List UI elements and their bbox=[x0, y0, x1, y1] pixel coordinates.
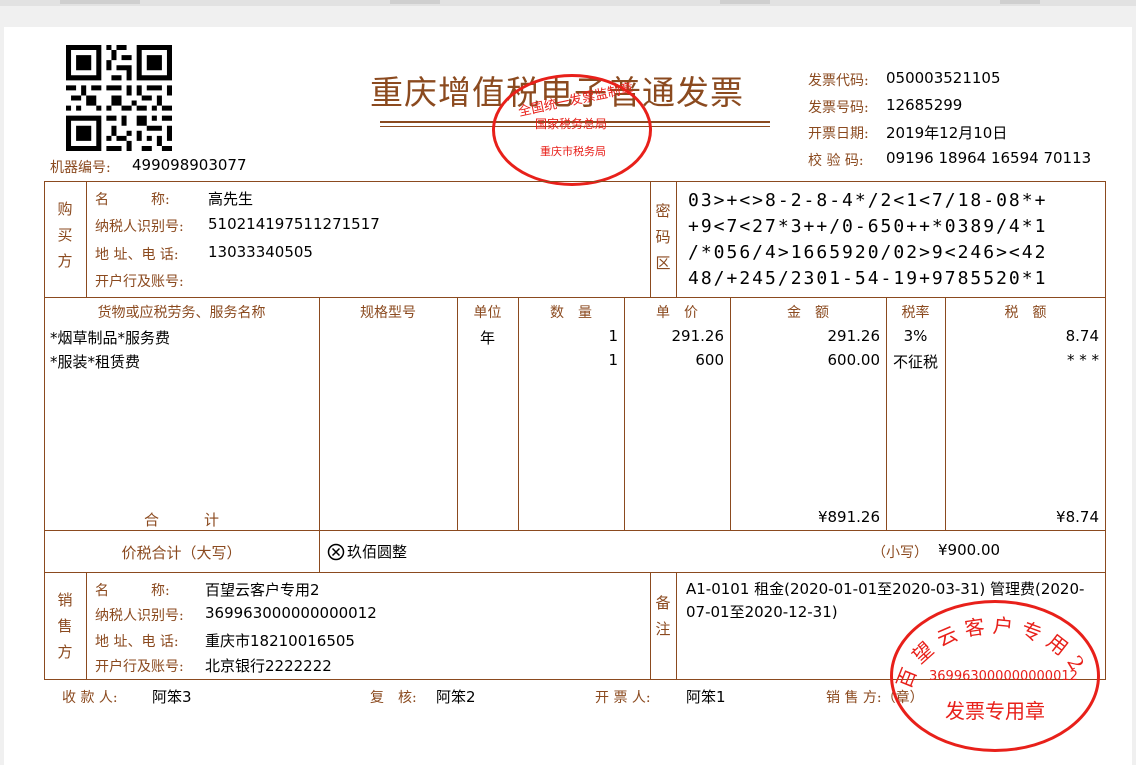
seller-name: 百望云客户专用2 bbox=[205, 581, 320, 599]
col-header-amount: 金 额 bbox=[787, 305, 829, 321]
reviewer-label: 复 核: bbox=[370, 690, 417, 706]
buyer-address: 13033340505 bbox=[208, 243, 313, 261]
cipher-line-2: +9<7<27*3++/0-650++*0389/4*1 bbox=[688, 216, 1048, 237]
grand-total-lowercase: ¥900.00 bbox=[938, 541, 1001, 559]
table-row-2-rate: 不征税 bbox=[892, 353, 938, 371]
grand-total-lowercase-label: （小写） bbox=[872, 545, 928, 561]
table-row-1-tax: 8.74 bbox=[1065, 327, 1099, 345]
table-row-2-name: *服装*租赁费 bbox=[50, 353, 141, 371]
buyer-address-label: 地 址、电 话: bbox=[95, 247, 179, 263]
col-header-name: 货物或应税劳务、服务名称 bbox=[97, 305, 266, 321]
machine-no: 499098903077 bbox=[132, 156, 247, 174]
table-row-2-tax: * * * bbox=[1066, 351, 1099, 369]
seller-address: 重庆市18210016505 bbox=[205, 632, 355, 650]
buyer-section-label: 购买方 bbox=[57, 200, 73, 270]
invoice-number-label: 发票号码: bbox=[808, 100, 869, 116]
invoice-date: 2019年12月10日 bbox=[886, 124, 1008, 142]
table-row-1-rate: 3% bbox=[903, 327, 928, 345]
seller-bank-label: 开户行及账号: bbox=[95, 659, 184, 675]
seller-tax-id-label: 纳税人识别号: bbox=[95, 608, 184, 624]
col-header-price: 单 价 bbox=[656, 305, 698, 321]
invoice-number: 12685299 bbox=[886, 96, 963, 114]
payee-label: 收 款 人: bbox=[62, 690, 118, 706]
cipher-line-3: /*056/4>1665920/02>9<246><42 bbox=[688, 242, 1048, 263]
buyer-name-label: 名 称: bbox=[95, 192, 170, 208]
table-row-2-qty: 1 bbox=[608, 351, 618, 369]
col-header-spec: 规格型号 bbox=[360, 305, 416, 321]
seller-stamp-tax-id: 369963000000000012 bbox=[929, 669, 1078, 684]
remarks-label: 备注 bbox=[655, 594, 671, 638]
grand-total-label: 价税合计（大写） bbox=[121, 544, 242, 562]
reviewer: 阿笨2 bbox=[436, 688, 476, 706]
buyer-tax-id: 510214197511271517 bbox=[208, 215, 380, 233]
seller-section-label: 销售方 bbox=[57, 591, 73, 661]
circled-x-icon bbox=[327, 543, 345, 561]
buyer-bank-label: 开户行及账号: bbox=[95, 274, 184, 290]
payee: 阿笨3 bbox=[152, 688, 192, 706]
seller-tax-id: 369963000000000012 bbox=[205, 604, 377, 622]
seller-name-label: 名 称: bbox=[95, 583, 170, 599]
invoice-date-label: 开票日期: bbox=[808, 126, 869, 142]
col-header-rate: 税率 bbox=[901, 305, 930, 321]
col-header-unit: 单位 bbox=[473, 305, 502, 321]
seller-bank: 北京银行2222222 bbox=[205, 657, 332, 675]
cipher-line-1: 03>+<>8-2-8-4*/2<1<7/18-08*+ bbox=[688, 190, 1048, 211]
machine-no-label: 机器编号: bbox=[50, 160, 111, 176]
check-code-label: 校 验 码: bbox=[808, 153, 864, 169]
total-amount: ¥891.26 bbox=[817, 508, 880, 526]
buyer-name: 高先生 bbox=[208, 190, 254, 208]
buyer-tax-id-label: 纳税人识别号: bbox=[95, 219, 184, 235]
tax-bureau-stamp: 全国统一发票监制章 国家税务总局 重庆市税务局 bbox=[492, 74, 652, 186]
seller-address-label: 地 址、电 话: bbox=[95, 634, 179, 650]
grand-total-uppercase: 玖佰圆整 bbox=[347, 543, 408, 561]
total-label: 合 计 bbox=[143, 511, 219, 529]
table-row-1-qty: 1 bbox=[608, 327, 618, 345]
seller-invoice-stamp: 百望云客户专用2 369963000000000012 发票专用章 bbox=[890, 600, 1100, 752]
table-row-2-price: 600 bbox=[695, 351, 724, 369]
qr-code-icon bbox=[66, 45, 172, 151]
cipher-line-4: 48/+245/2301-54-19+9785520*1 bbox=[688, 268, 1048, 289]
col-header-tax: 税 额 bbox=[1004, 305, 1047, 321]
cipher-area-label: 密码区 bbox=[655, 202, 671, 272]
invoice-code-label: 发票代码: bbox=[808, 73, 869, 89]
check-code: 09196 18964 16594 70113 bbox=[886, 149, 1092, 167]
issuer-label: 开 票 人: bbox=[595, 690, 651, 706]
table-row-1-amount: 291.26 bbox=[827, 327, 881, 345]
seller-stamp-bottom: 发票专用章 bbox=[945, 699, 1045, 723]
total-tax: ¥8.74 bbox=[1056, 508, 1099, 526]
col-header-qty: 数 量 bbox=[550, 305, 592, 321]
table-row-1-unit: 年 bbox=[479, 329, 495, 347]
table-row-1-name: *烟草制品*服务费 bbox=[50, 329, 171, 347]
issuer: 阿笨1 bbox=[686, 688, 726, 706]
top-toolbar-strip bbox=[0, 0, 1136, 6]
table-row-2-amount: 600.00 bbox=[827, 351, 881, 369]
invoice-code: 050003521105 bbox=[886, 69, 1001, 87]
table-row-1-price: 291.26 bbox=[671, 327, 725, 345]
